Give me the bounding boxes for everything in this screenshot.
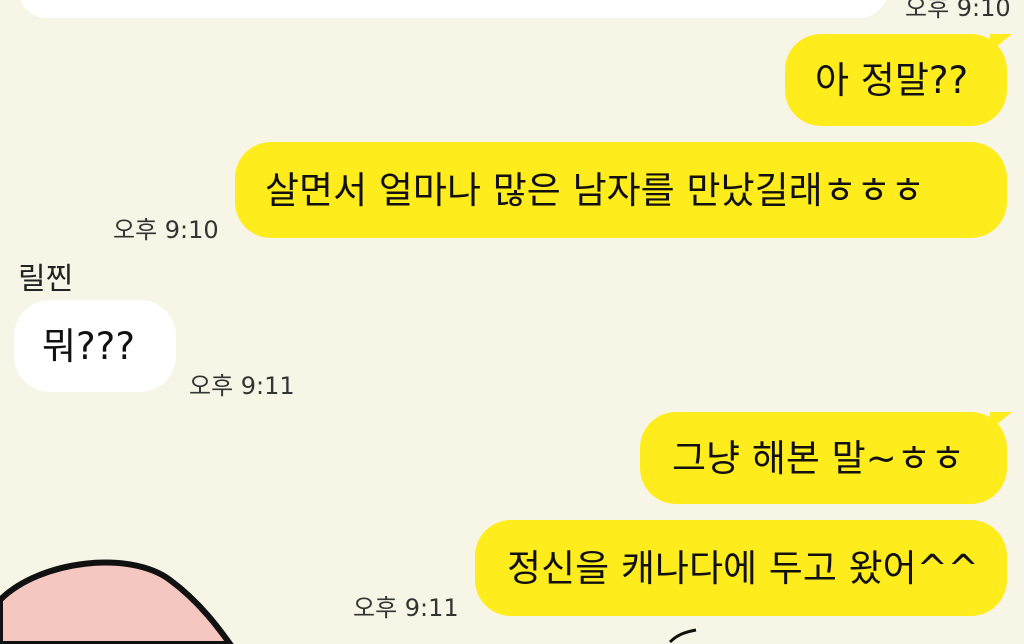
message-bubble-outgoing[interactable]: 정신을 캐나다에 두고 왔어^^ <box>475 520 1007 616</box>
timestamp: 오후 9:10 <box>113 216 219 244</box>
message-text: 아 정말?? <box>815 58 969 102</box>
contact-name: 릴찐 <box>18 262 74 297</box>
timestamp-top: 오후 9:10 <box>905 0 1011 22</box>
timestamp: 오후 9:11 <box>189 372 295 400</box>
message-text: 정신을 캐나다에 두고 왔어^^ <box>507 546 979 590</box>
sticker-fragment-icon <box>668 628 697 644</box>
message-bubble-outgoing[interactable]: 살면서 얼마나 많은 남자를 만났길래ㅎㅎㅎ <box>235 142 1007 238</box>
partial-incoming-bubble <box>18 0 888 18</box>
message-text: 뭐??? <box>42 324 135 368</box>
pink-character-sticker-icon <box>0 559 234 644</box>
message-bubble-outgoing[interactable]: 아 정말?? <box>785 34 1007 126</box>
message-bubble-incoming[interactable]: 뭐??? <box>14 300 176 392</box>
message-text: 그냥 해본 말~ㅎㅎ <box>672 436 965 480</box>
message-text: 살면서 얼마나 많은 남자를 만났길래ㅎㅎㅎ <box>265 168 925 212</box>
message-bubble-outgoing[interactable]: 그냥 해본 말~ㅎㅎ <box>640 412 1007 504</box>
timestamp: 오후 9:11 <box>353 594 459 622</box>
